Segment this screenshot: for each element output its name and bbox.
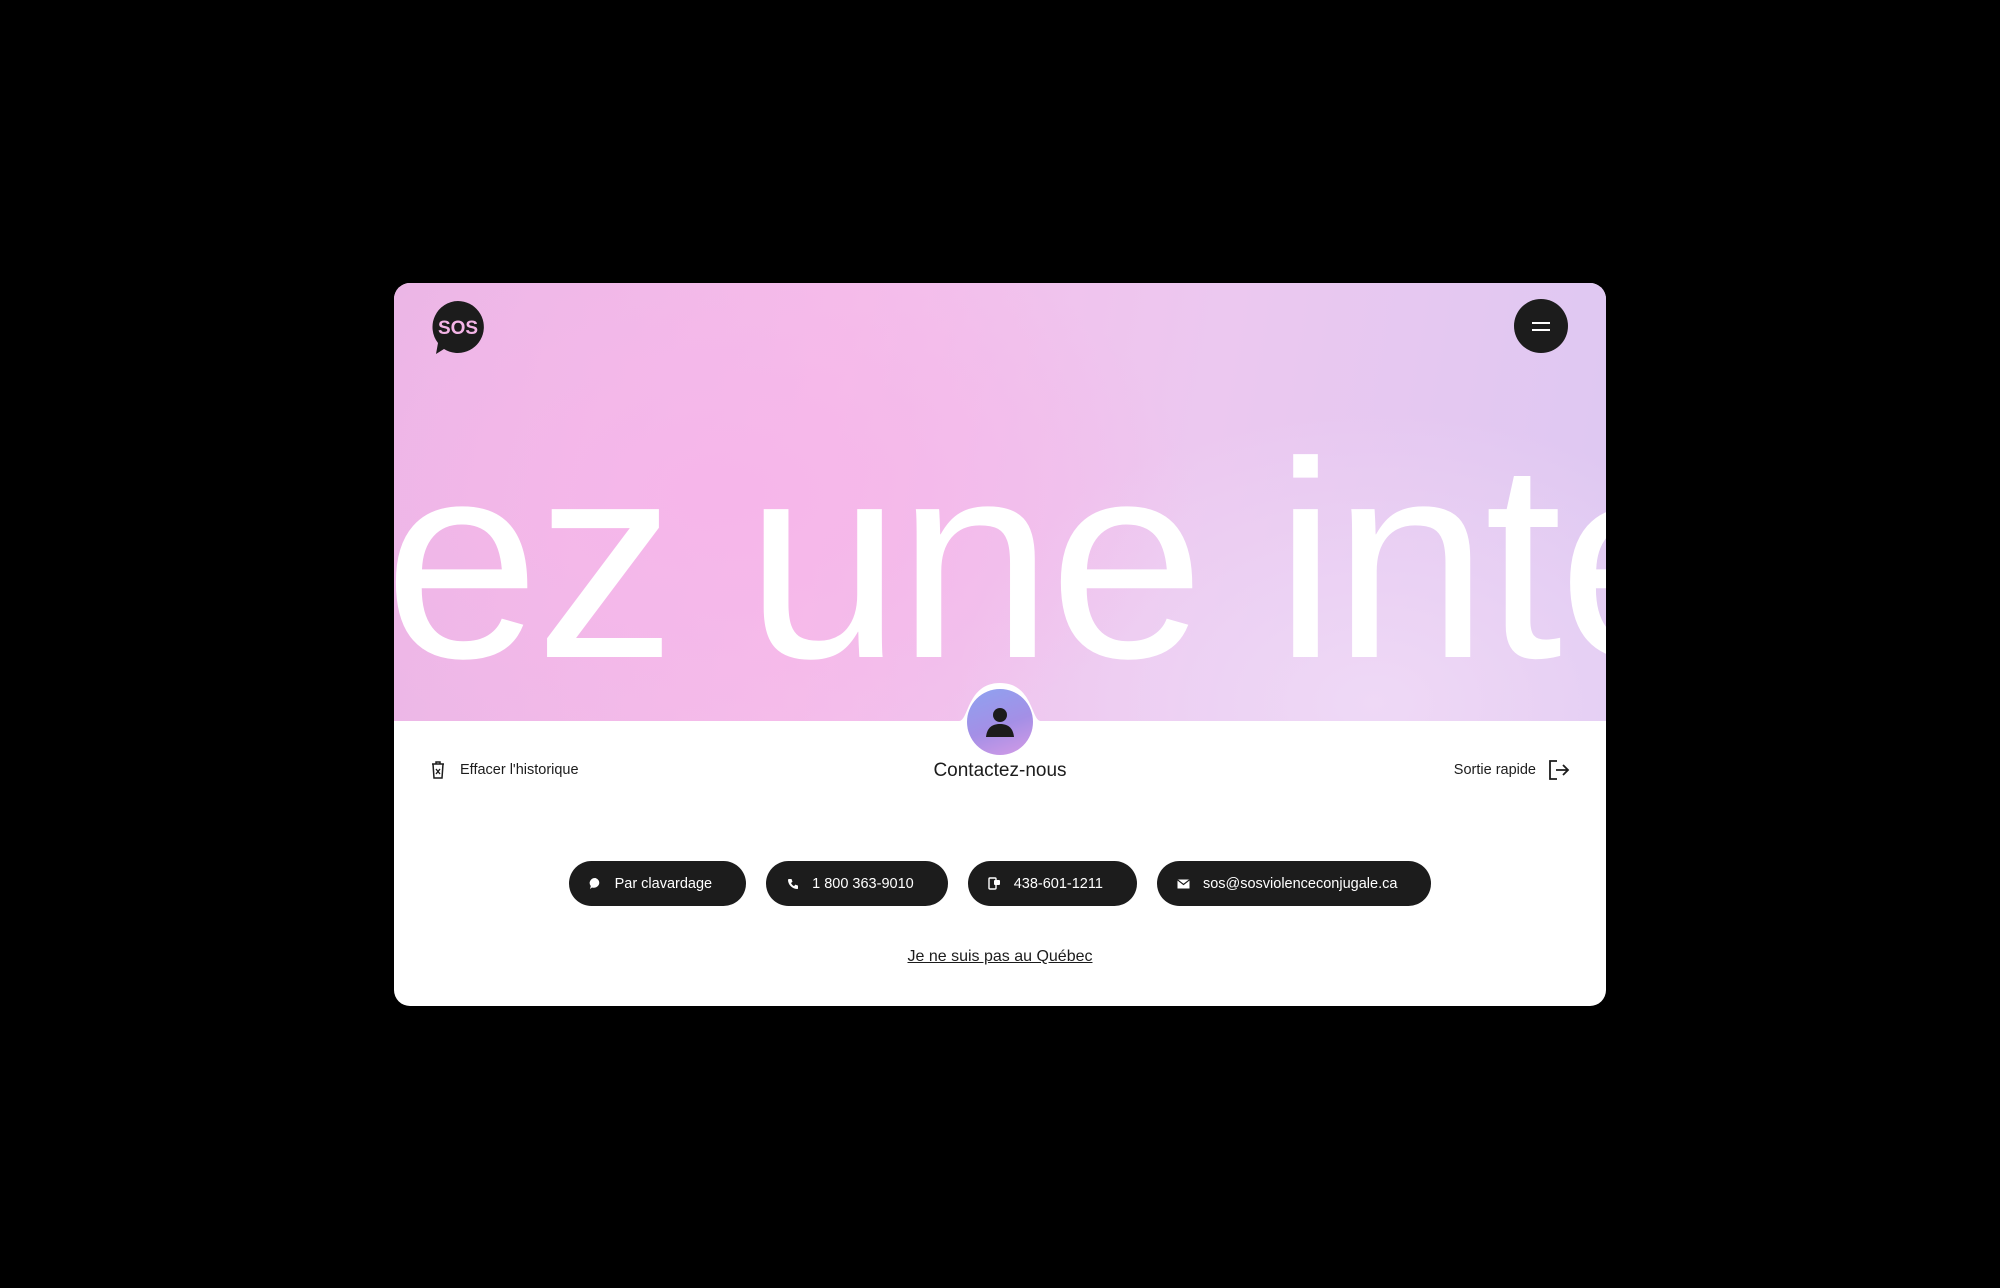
sms-button[interactable]: 438-601-1211 — [967, 861, 1137, 906]
trash-icon — [432, 761, 444, 779]
chat-label: Par clavardage — [614, 875, 713, 892]
quick-exit-button[interactable]: Sortie rapide — [1454, 759, 1570, 781]
hero-marquee-text: ez une inte — [394, 405, 1606, 717]
hero-banner: ez une inte SOS — [394, 283, 1606, 721]
person-icon — [986, 708, 1014, 737]
chat-icon — [589, 877, 603, 891]
menu-icon — [1532, 321, 1550, 331]
contact-card: ez une inte SOS Contactez-nous Effacer l… — [394, 283, 1606, 1006]
contact-channels: Par clavardage 1 800 363-9010 438-601-12… — [394, 861, 1606, 906]
email-label: sos@sosviolenceconjugale.ca — [1202, 875, 1398, 892]
quick-exit-label: Sortie rapide — [1453, 762, 1536, 778]
email-button[interactable]: sos@sosviolenceconjugale.ca — [1156, 861, 1432, 906]
phone-label: 1 800 363-9010 — [812, 875, 914, 892]
chat-button[interactable]: Par clavardage — [568, 861, 747, 906]
logo-text: SOS — [438, 318, 478, 339]
mail-icon — [1177, 877, 1191, 891]
sos-logo[interactable]: SOS — [430, 299, 486, 355]
clear-history-label: Effacer l'historique — [460, 762, 579, 778]
phone-icon — [786, 877, 800, 891]
not-in-quebec-link[interactable]: Je ne suis pas au Québec — [394, 948, 1606, 966]
contact-title: Contactez-nous — [933, 760, 1067, 781]
exit-icon — [1549, 760, 1570, 780]
sms-label: 438-601-1211 — [1013, 875, 1103, 892]
sms-icon — [988, 877, 1002, 891]
clear-history-button[interactable]: Effacer l'historique — [430, 760, 579, 780]
menu-button[interactable] — [1514, 299, 1568, 353]
phone-button[interactable]: 1 800 363-9010 — [766, 861, 948, 906]
contact-avatar — [967, 689, 1033, 755]
